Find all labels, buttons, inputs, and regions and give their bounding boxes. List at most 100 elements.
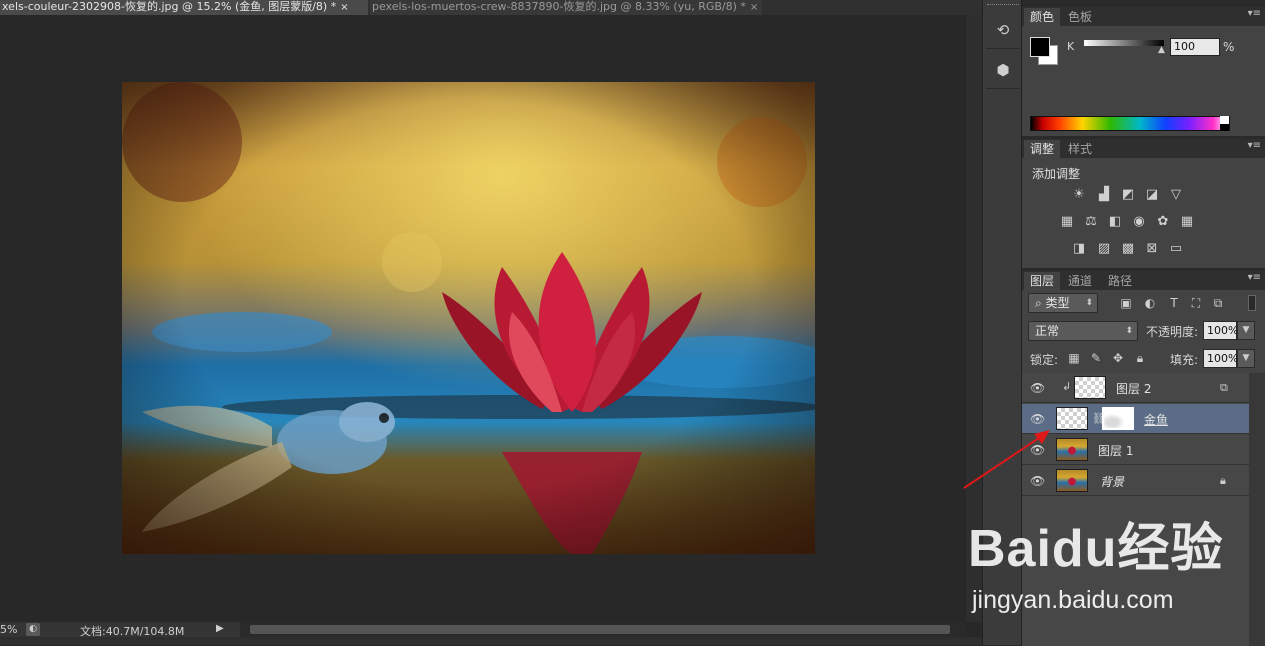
opacity-label: 不透明度: — [1146, 325, 1199, 339]
blend-mode-select[interactable]: 正常 ⬍ — [1028, 321, 1138, 341]
layer-type-icon: ⧉ — [1220, 381, 1228, 394]
fill-field[interactable]: 100% — [1203, 349, 1238, 368]
panel-icon-strip: ⟲ ⬢ — [982, 0, 1022, 645]
horizontal-scrollbar[interactable] — [0, 637, 982, 645]
lock-label: 锁定: — [1030, 353, 1059, 367]
zoom-level[interactable]: 5% — [0, 623, 17, 636]
brightness-icon[interactable]: ☀ — [1070, 187, 1088, 203]
strip-divider — [986, 48, 1020, 49]
hue-saturation-icon[interactable]: ▦ — [1058, 214, 1076, 230]
black-white-icon[interactable]: ◧ — [1106, 214, 1124, 230]
fill-dropdown-icon[interactable]: ▼ — [1237, 349, 1255, 368]
k-channel-label: K — [1067, 40, 1075, 53]
filter-kind-label: 类型 — [1045, 296, 1070, 310]
panel-menu-icon[interactable]: ▾≡ — [1248, 272, 1261, 283]
layer-list: 👁︎ ↲ 图层 2 ⧉ 👁︎ ⛓ 金鱼 👁︎ 图层 1 👁︎ 背景 🔒︎ — [1022, 373, 1265, 646]
blend-mode-value: 正常 — [1035, 324, 1060, 338]
filter-smart-object-icon[interactable]: ⧉ — [1210, 295, 1226, 311]
color-spectrum-bar[interactable] — [1030, 116, 1230, 131]
tab-styles[interactable]: 样式 — [1062, 140, 1098, 158]
tab-color[interactable]: 颜色 — [1024, 8, 1061, 26]
tab-swatches[interactable]: 色板 — [1062, 8, 1098, 26]
visibility-eye-icon[interactable]: 👁︎ — [1030, 381, 1045, 395]
status-info-icon[interactable]: ◐ — [26, 623, 40, 636]
posterize-icon[interactable]: ▨ — [1095, 241, 1113, 257]
filter-toggle-switch[interactable] — [1248, 295, 1256, 311]
k-value-field[interactable]: 100 — [1170, 38, 1220, 56]
adjustments-panel: 调整 样式 ▾≡ 添加调整 ☀ ▟ ◩ ◪ ▽ ▦ ⚖ ◧ ◉ ✿ ▦ ◨ ▨ … — [1022, 138, 1265, 268]
exposure-icon[interactable]: ◪ — [1143, 187, 1161, 203]
horizontal-scroll-thumb[interactable] — [250, 625, 950, 634]
lock-position-icon[interactable]: ✥ — [1110, 350, 1126, 366]
layer-thumbnail[interactable] — [1056, 438, 1088, 461]
layer-row[interactable]: 👁︎ ↲ 图层 2 ⧉ — [1022, 373, 1249, 403]
layer-name[interactable]: 图层 1 — [1098, 442, 1133, 459]
filter-pixel-icon[interactable]: ▣ — [1118, 295, 1134, 311]
black-white-ramp[interactable] — [1220, 116, 1229, 131]
annotation-arrow — [963, 430, 1050, 489]
tab-adjustments[interactable]: 调整 — [1024, 140, 1061, 158]
k-slider-thumb[interactable]: ▲ — [1158, 45, 1165, 55]
vertical-scrollbar[interactable] — [966, 15, 982, 622]
lock-image-icon[interactable]: ✎ — [1088, 350, 1104, 366]
clipping-arrow-icon: ↲ — [1062, 380, 1072, 393]
lock-transparent-icon[interactable]: ▦ — [1066, 350, 1082, 366]
filter-adjustment-icon[interactable]: ◐ — [1142, 295, 1158, 311]
document-tab-active[interactable]: xels-couleur-2302908-恢复的.jpg @ 15.2% (金鱼… — [0, 0, 368, 15]
levels-icon[interactable]: ▟ — [1095, 187, 1113, 203]
tab-paths[interactable]: 路径 — [1102, 272, 1138, 290]
add-adjustment-title: 添加调整 — [1032, 167, 1081, 181]
document-tab-title: xels-couleur-2302908-恢复的.jpg @ 15.2% (金鱼… — [2, 0, 337, 13]
document-image[interactable] — [122, 82, 815, 554]
layer-name[interactable]: 背景 — [1100, 473, 1124, 490]
selective-color-icon[interactable]: ⊠ — [1143, 241, 1161, 257]
3d-cube-icon[interactable]: ⬢ — [991, 58, 1015, 82]
right-panels: 颜色 色板 ▾≡ K ▲ 100 % 调整 样式 ▾≡ 添加调整 ☀ ▟ ◩ ◪… — [1022, 0, 1265, 646]
document-image-art — [122, 82, 815, 554]
layer-name[interactable]: 图层 2 — [1116, 380, 1151, 397]
color-lookup-icon[interactable]: ▦ — [1178, 214, 1196, 230]
lock-all-icon[interactable]: 🔒︎ — [1132, 350, 1148, 366]
layers-panel: 图层 通道 路径 ▾≡ ⌕ 类型 ⬍ ▣ ◐ T ⛶ ⧉ 正常 ⬍ 不透明度: … — [1022, 270, 1265, 646]
invert-icon[interactable]: ◨ — [1070, 241, 1088, 257]
status-menu-arrow-icon[interactable]: ▶ — [216, 623, 224, 634]
document-tab-bar: xels-couleur-2302908-恢复的.jpg @ 15.2% (金鱼… — [0, 0, 982, 15]
layer-thumbnail[interactable] — [1074, 376, 1106, 399]
tab-channels[interactable]: 通道 — [1062, 272, 1098, 290]
layer-filter-select[interactable]: ⌕ 类型 ⬍ — [1028, 293, 1098, 313]
layer-thumbnail[interactable] — [1056, 407, 1088, 430]
channel-mixer-icon[interactable]: ✿ — [1154, 214, 1172, 230]
close-tab-icon[interactable]: × — [750, 2, 758, 13]
history-icon[interactable]: ⟲ — [991, 18, 1015, 42]
photo-filter-icon[interactable]: ◉ — [1130, 214, 1148, 230]
panel-menu-icon[interactable]: ▾≡ — [1248, 140, 1261, 151]
layer-name[interactable]: 金鱼 — [1144, 411, 1168, 428]
fill-label: 填充: — [1170, 353, 1199, 367]
layers-panel-tabs: 图层 通道 路径 ▾≡ — [1022, 271, 1265, 290]
document-tab-inactive[interactable]: pexels-los-muertos-crew-8837890-恢复的.jpg … — [370, 0, 762, 15]
k-slider-track[interactable] — [1084, 40, 1164, 46]
filter-shape-icon[interactable]: ⛶ — [1188, 295, 1204, 311]
layer-mask-thumbnail[interactable] — [1102, 407, 1134, 430]
strip-grip[interactable] — [987, 4, 1019, 7]
layer-thumbnail[interactable] — [1056, 469, 1088, 492]
search-icon: ⌕ — [1035, 296, 1046, 310]
tab-layers[interactable]: 图层 — [1024, 272, 1061, 290]
document-tab-title: pexels-los-muertos-crew-8837890-恢复的.jpg … — [372, 0, 746, 13]
gradient-map-icon[interactable]: ▭ — [1167, 241, 1185, 257]
filter-type-icon[interactable]: T — [1166, 295, 1182, 311]
curves-icon[interactable]: ◩ — [1119, 187, 1137, 203]
opacity-dropdown-icon[interactable]: ▼ — [1237, 321, 1255, 340]
threshold-icon[interactable]: ▩ — [1119, 241, 1137, 257]
layer-list-scrollbar[interactable] — [1249, 373, 1265, 646]
strip-divider — [986, 88, 1020, 89]
chevron-updown-icon: ⬍ — [1125, 326, 1133, 336]
adjustments-panel-tabs: 调整 样式 ▾≡ — [1022, 139, 1265, 158]
vibrance-icon[interactable]: ▽ — [1167, 187, 1185, 203]
close-tab-icon[interactable]: × — [340, 2, 348, 13]
opacity-field[interactable]: 100% — [1203, 321, 1238, 340]
color-balance-icon[interactable]: ⚖ — [1082, 214, 1100, 230]
panel-menu-icon[interactable]: ▾≡ — [1248, 8, 1261, 19]
foreground-color-swatch[interactable] — [1030, 37, 1050, 57]
color-panel: 颜色 色板 ▾≡ K ▲ 100 % — [1022, 6, 1265, 136]
